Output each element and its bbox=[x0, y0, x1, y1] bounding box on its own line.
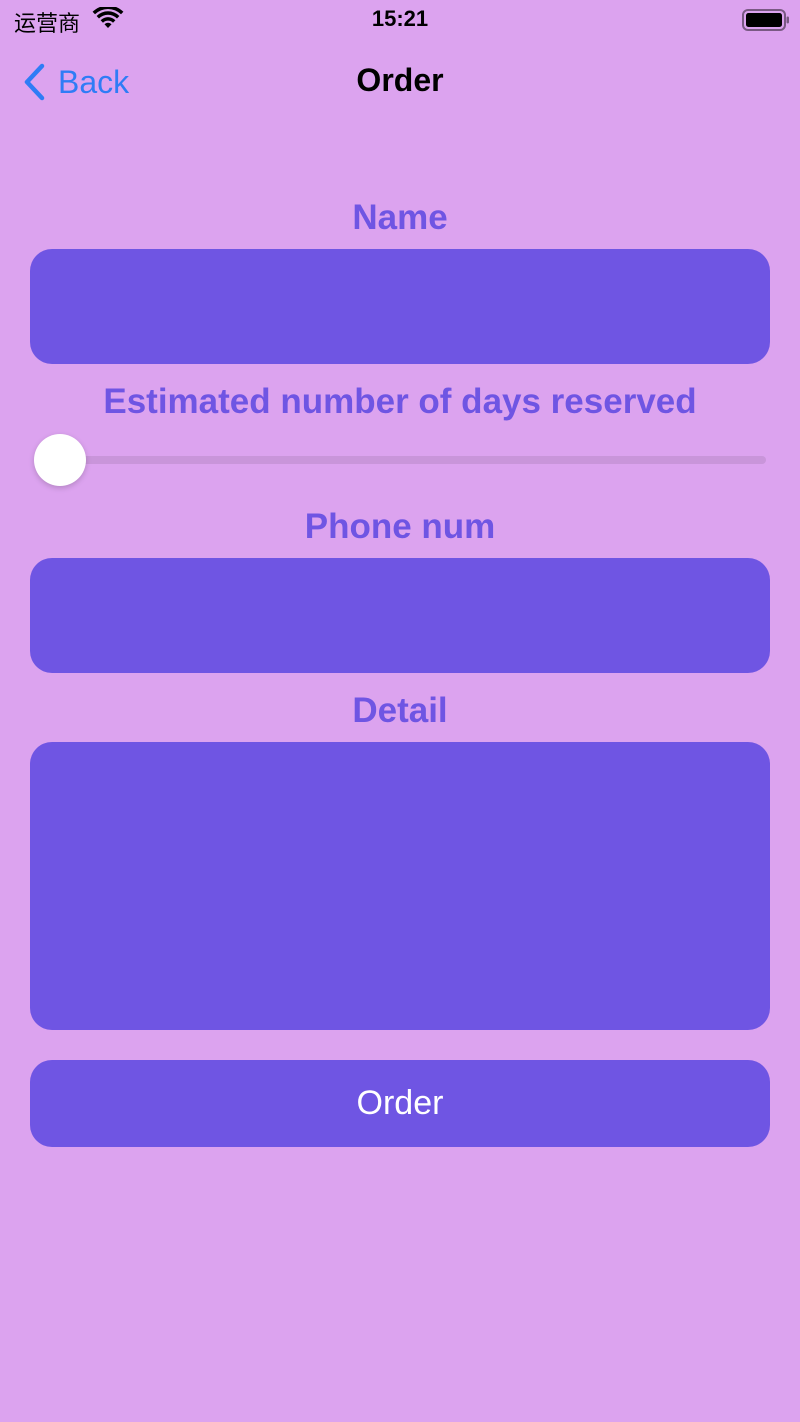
days-label: Estimated number of days reserved bbox=[103, 382, 697, 421]
detail-field[interactable] bbox=[30, 742, 770, 1030]
status-time: 15:21 bbox=[371, 6, 429, 31]
status-bar: 运营商 15:21 bbox=[0, 0, 800, 40]
name-label: Name bbox=[352, 198, 448, 237]
phone-field[interactable] bbox=[30, 558, 770, 673]
phone-label: Phone num bbox=[304, 507, 496, 546]
slider-track bbox=[60, 456, 766, 464]
slider-thumb[interactable] bbox=[34, 434, 86, 486]
detail-label: Detail bbox=[352, 691, 448, 730]
name-field[interactable] bbox=[30, 249, 770, 364]
order-button[interactable]: Order bbox=[30, 1060, 770, 1147]
days-slider[interactable] bbox=[34, 432, 766, 486]
battery-icon bbox=[742, 9, 789, 31]
navigation-bar: Back Order bbox=[0, 52, 800, 112]
page-title: Order bbox=[356, 62, 444, 98]
